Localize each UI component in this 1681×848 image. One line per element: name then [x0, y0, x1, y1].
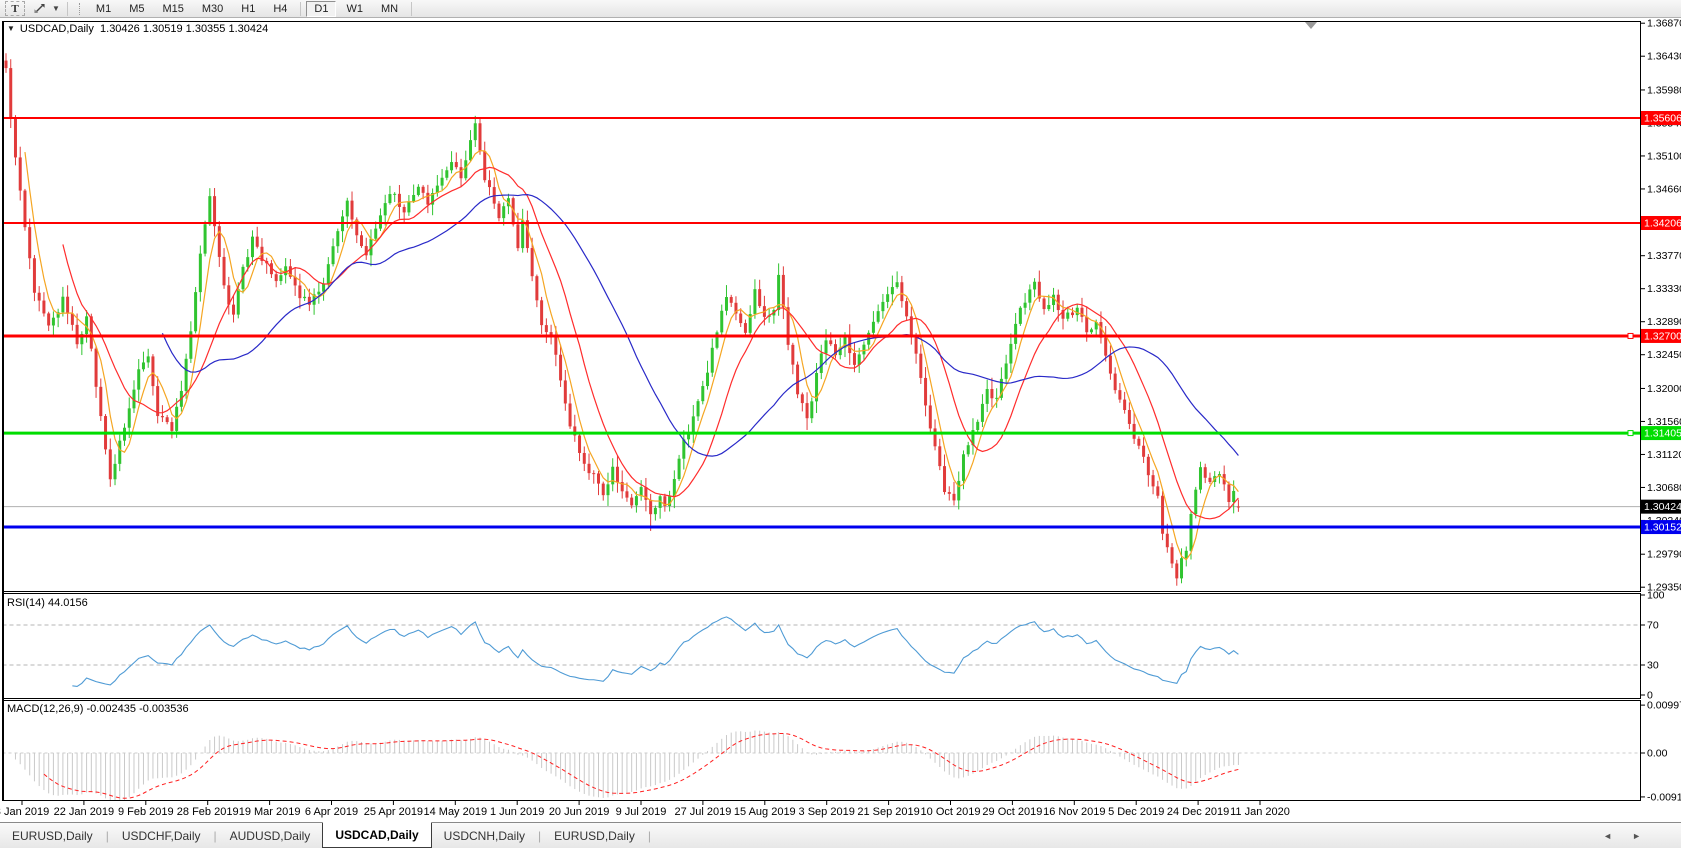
hline-handle[interactable]	[1628, 431, 1633, 436]
timeframe-d1-button[interactable]: D1	[306, 1, 336, 17]
date-tick-label: 28 Feb 2019	[177, 806, 239, 818]
chart-symbol-period: USDCAD,Daily	[20, 23, 94, 35]
diagonal-arrows-icon	[33, 2, 46, 15]
chart-area[interactable]: 1.368701.364301.359801.355401.351001.346…	[0, 18, 1681, 822]
date-tick-label: 24 Dec 2019	[1167, 806, 1229, 818]
macd-indicator-label: MACD(12,26,9) -0.002435 -0.003536	[7, 703, 189, 715]
tab-usdchf-daily[interactable]: USDCHF,Daily	[110, 823, 213, 848]
date-tick-label: 14 May 2019	[423, 806, 487, 818]
chart-tabbar: EURUSD,Daily | USDCHF,Daily | AUDUSD,Dai…	[0, 822, 1681, 848]
date-tick-label: 5 Dec 2019	[1108, 806, 1164, 818]
tab-separator: |	[538, 829, 541, 843]
ohlc-toggle-caret[interactable]: ▼	[7, 24, 15, 33]
tab-scroll-left-icon[interactable]: ◄	[1603, 831, 1612, 841]
svg-text:1.31405: 1.31405	[1644, 428, 1681, 440]
tab-separator: |	[106, 829, 109, 843]
price-tick-label: 1.32000	[1647, 383, 1681, 395]
price-tick-label: 1.36870	[1647, 18, 1681, 30]
price-tick-label: 1.36430	[1647, 51, 1681, 63]
date-tick-label: 11 Jan 2020	[1230, 806, 1290, 818]
date-tick-label: 10 Oct 2019	[921, 806, 981, 818]
macd-tick-label: 0.009975	[1647, 700, 1681, 712]
svg-text:1.35606: 1.35606	[1644, 113, 1681, 125]
timeframe-m5-button[interactable]: M5	[121, 1, 152, 17]
price-axis-flag: 1.35606	[1641, 111, 1681, 125]
tab-scroll-right-icon[interactable]: ►	[1632, 831, 1641, 841]
tab-usdcnh-daily[interactable]: USDCNH,Daily	[432, 823, 537, 848]
price-axis-flag: 1.34206	[1641, 216, 1681, 230]
chart-background	[0, 18, 1681, 822]
date-tick-label: 3 Sep 2019	[799, 806, 855, 818]
rsi-indicator-label: RSI(14) 44.0156	[7, 597, 88, 609]
date-tick-label: 22 Jan 2019	[54, 806, 115, 818]
price-axis-flag: 1.30152	[1641, 520, 1681, 534]
rsi-tick-label: 30	[1647, 660, 1659, 672]
price-tick-label: 1.33330	[1647, 283, 1681, 295]
svg-text:1.30152: 1.30152	[1644, 522, 1681, 534]
date-tick-label: 9 Jul 2019	[616, 806, 667, 818]
price-axis-flag: 1.31405	[1641, 426, 1681, 440]
rsi-tick-label: 100	[1647, 590, 1665, 602]
tab-eurusd-daily-1[interactable]: EURUSD,Daily	[0, 823, 105, 848]
date-tick-label: 19 Mar 2019	[239, 806, 301, 818]
tab-usdcad-daily[interactable]: USDCAD,Daily	[322, 822, 431, 848]
price-tick-label: 1.35980	[1647, 84, 1681, 96]
date-tick-label: 1 Jun 2019	[490, 806, 544, 818]
date-tick-label: 16 Nov 2019	[1043, 806, 1105, 818]
price-tick-label: 1.34660	[1647, 183, 1681, 195]
price-tick-label: 1.31120	[1647, 449, 1681, 461]
rsi-tick-label: 70	[1647, 620, 1659, 632]
timeframe-h4-button[interactable]: H4	[265, 1, 295, 17]
chart-ohlc-values: 1.30426 1.30519 1.30355 1.30424	[100, 23, 268, 35]
date-tick-label: 15 Aug 2019	[734, 806, 796, 818]
timeframe-m30-button[interactable]: M30	[194, 1, 231, 17]
timeframe-h1-button[interactable]: H1	[233, 1, 263, 17]
timeframe-w1-button[interactable]: W1	[338, 1, 371, 17]
hline-handle[interactable]	[1628, 333, 1633, 338]
toolbar-grip	[79, 3, 82, 15]
tab-audusd-daily[interactable]: AUDUSD,Daily	[218, 823, 323, 848]
date-tick-label: 3 Jan 2019	[0, 806, 49, 818]
date-tick-label: 29 Oct 2019	[982, 806, 1042, 818]
svg-text:1.30424: 1.30424	[1644, 501, 1681, 513]
svg-text:1.34206: 1.34206	[1644, 218, 1681, 230]
timeframe-m1-button[interactable]: M1	[88, 1, 119, 17]
toolbar: T ▼ M1 M5 M15 M30 H1 H4 D1 W1 MN	[0, 0, 1681, 18]
timeframe-m15-button[interactable]: M15	[154, 1, 191, 17]
price-tick-label: 1.33770	[1647, 250, 1681, 262]
date-tick-label: 9 Feb 2019	[118, 806, 174, 818]
chart-title: ▼ USDCAD,Daily 1.30426 1.30519 1.30355 1.…	[7, 23, 268, 35]
toolbar-separator	[411, 2, 412, 16]
macd-tick-label: 0.00	[1647, 748, 1668, 760]
date-tick-label: 25 Apr 2019	[364, 806, 423, 818]
price-tick-label: 1.29790	[1647, 549, 1681, 561]
date-tick-label: 20 Jun 2019	[549, 806, 610, 818]
toolbar-separator	[300, 2, 301, 16]
pointer-mode-button[interactable]	[29, 1, 49, 16]
toolbar-separator	[67, 2, 68, 16]
timeframe-mn-button[interactable]: MN	[373, 1, 406, 17]
date-tick-label: 21 Sep 2019	[857, 806, 919, 818]
text-tool-button[interactable]: T	[5, 1, 25, 16]
macd-tick-label: -0.00915	[1647, 791, 1681, 803]
price-tick-label: 1.32450	[1647, 349, 1681, 361]
tab-separator: |	[648, 829, 651, 843]
svg-text:1.32700: 1.32700	[1644, 330, 1681, 342]
price-tick-label: 1.30680	[1647, 482, 1681, 494]
pointer-dropdown-caret[interactable]: ▼	[49, 4, 63, 13]
price-axis-flag: 1.30424	[1641, 500, 1681, 514]
price-axis-flag: 1.32700	[1641, 329, 1681, 343]
price-tick-label: 1.32890	[1647, 316, 1681, 328]
date-tick-label: 6 Apr 2019	[305, 806, 358, 818]
price-tick-label: 1.35100	[1647, 150, 1681, 162]
tab-separator: |	[214, 829, 217, 843]
date-tick-label: 27 Jul 2019	[674, 806, 731, 818]
tab-eurusd-daily-2[interactable]: EURUSD,Daily	[542, 823, 647, 848]
